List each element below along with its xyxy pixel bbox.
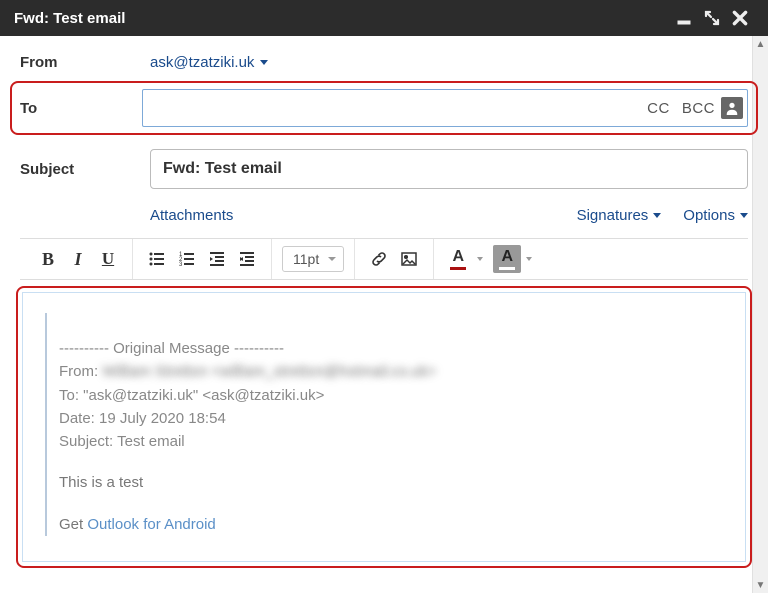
numbered-list-icon: 123 (178, 250, 196, 268)
cc-toggle[interactable]: CC (647, 100, 670, 117)
bulleted-list-button[interactable] (143, 245, 171, 273)
quoted-from-line: From: William Stretton <william_stretton… (59, 360, 729, 383)
from-selector[interactable]: ask@tzatziki.uk (150, 54, 268, 71)
from-address: ask@tzatziki.uk (150, 54, 254, 71)
scroll-down-icon[interactable]: ▼ (753, 577, 768, 593)
underline-button[interactable]: U (94, 245, 122, 273)
expand-icon (704, 10, 720, 26)
bullet-list-icon (148, 250, 166, 268)
chevron-down-icon (328, 257, 336, 261)
editor-highlight: ---------- Original Message ---------- F… (16, 286, 752, 568)
attachments-button[interactable]: Attachments (150, 207, 233, 224)
highlight-color-dropdown[interactable] (526, 257, 532, 261)
quoted-message: ---------- Original Message ---------- F… (45, 313, 729, 536)
minimize-button[interactable] (670, 4, 698, 32)
italic-button[interactable]: I (64, 245, 92, 273)
text-color-button[interactable]: A (444, 245, 472, 273)
highlight-color-button[interactable]: A (493, 245, 521, 273)
from-label: From (20, 54, 150, 71)
quoted-body-text: This is a test (59, 471, 729, 494)
minimize-icon (676, 10, 692, 26)
bcc-toggle[interactable]: BCC (682, 100, 715, 117)
outdent-button[interactable] (203, 245, 231, 273)
contact-icon (725, 101, 739, 115)
outdent-icon (208, 250, 226, 268)
to-input[interactable] (153, 90, 641, 126)
subject-label: Subject (20, 161, 150, 178)
text-color-dropdown[interactable] (477, 257, 483, 261)
indent-button[interactable] (233, 245, 261, 273)
quoted-signature: Get Outlook for Android (59, 513, 729, 536)
subject-row: Subject (20, 149, 748, 189)
to-row-highlight: To CC BCC (10, 81, 758, 135)
indent-icon (238, 250, 256, 268)
actions-bar: Attachments Signatures Options (150, 207, 748, 224)
from-row: From ask@tzatziki.uk (20, 54, 748, 71)
close-icon (731, 9, 749, 27)
message-body-editor[interactable]: ---------- Original Message ---------- F… (22, 292, 746, 562)
address-book-button[interactable] (721, 97, 743, 119)
highlight-icon: A (501, 249, 513, 265)
to-field-wrap: CC BCC (142, 89, 748, 127)
close-button[interactable] (726, 4, 754, 32)
options-dropdown[interactable]: Options (683, 207, 748, 224)
text-color-icon: A (452, 249, 464, 265)
insert-image-button[interactable] (395, 245, 423, 273)
subject-input[interactable] (150, 149, 748, 189)
insert-link-button[interactable] (365, 245, 393, 273)
quoted-to-line: To: "ask@tzatziki.uk" <ask@tzatziki.uk> (59, 384, 729, 407)
svg-text:3: 3 (179, 262, 183, 268)
to-label: To (20, 100, 142, 117)
quoted-date-line: Date: 19 July 2020 18:54 (59, 407, 729, 430)
font-size-select[interactable]: 11pt (282, 246, 344, 272)
window-title: Fwd: Test email (14, 10, 125, 27)
chevron-down-icon (260, 60, 268, 65)
signatures-dropdown[interactable]: Signatures (577, 207, 662, 224)
original-message-separator: ---------- Original Message ---------- (59, 337, 729, 360)
quoted-subject-line: Subject: Test email (59, 430, 729, 453)
title-bar: Fwd: Test email (0, 0, 768, 36)
image-icon (400, 250, 418, 268)
outlook-android-link[interactable]: Outlook for Android (87, 516, 215, 533)
bold-button[interactable]: B (34, 245, 62, 273)
link-icon (370, 250, 388, 268)
maximize-button[interactable] (698, 4, 726, 32)
format-toolbar: B I U 123 11pt (20, 238, 748, 280)
numbered-list-button[interactable]: 123 (173, 245, 201, 273)
chevron-down-icon (653, 213, 661, 218)
chevron-down-icon (740, 213, 748, 218)
